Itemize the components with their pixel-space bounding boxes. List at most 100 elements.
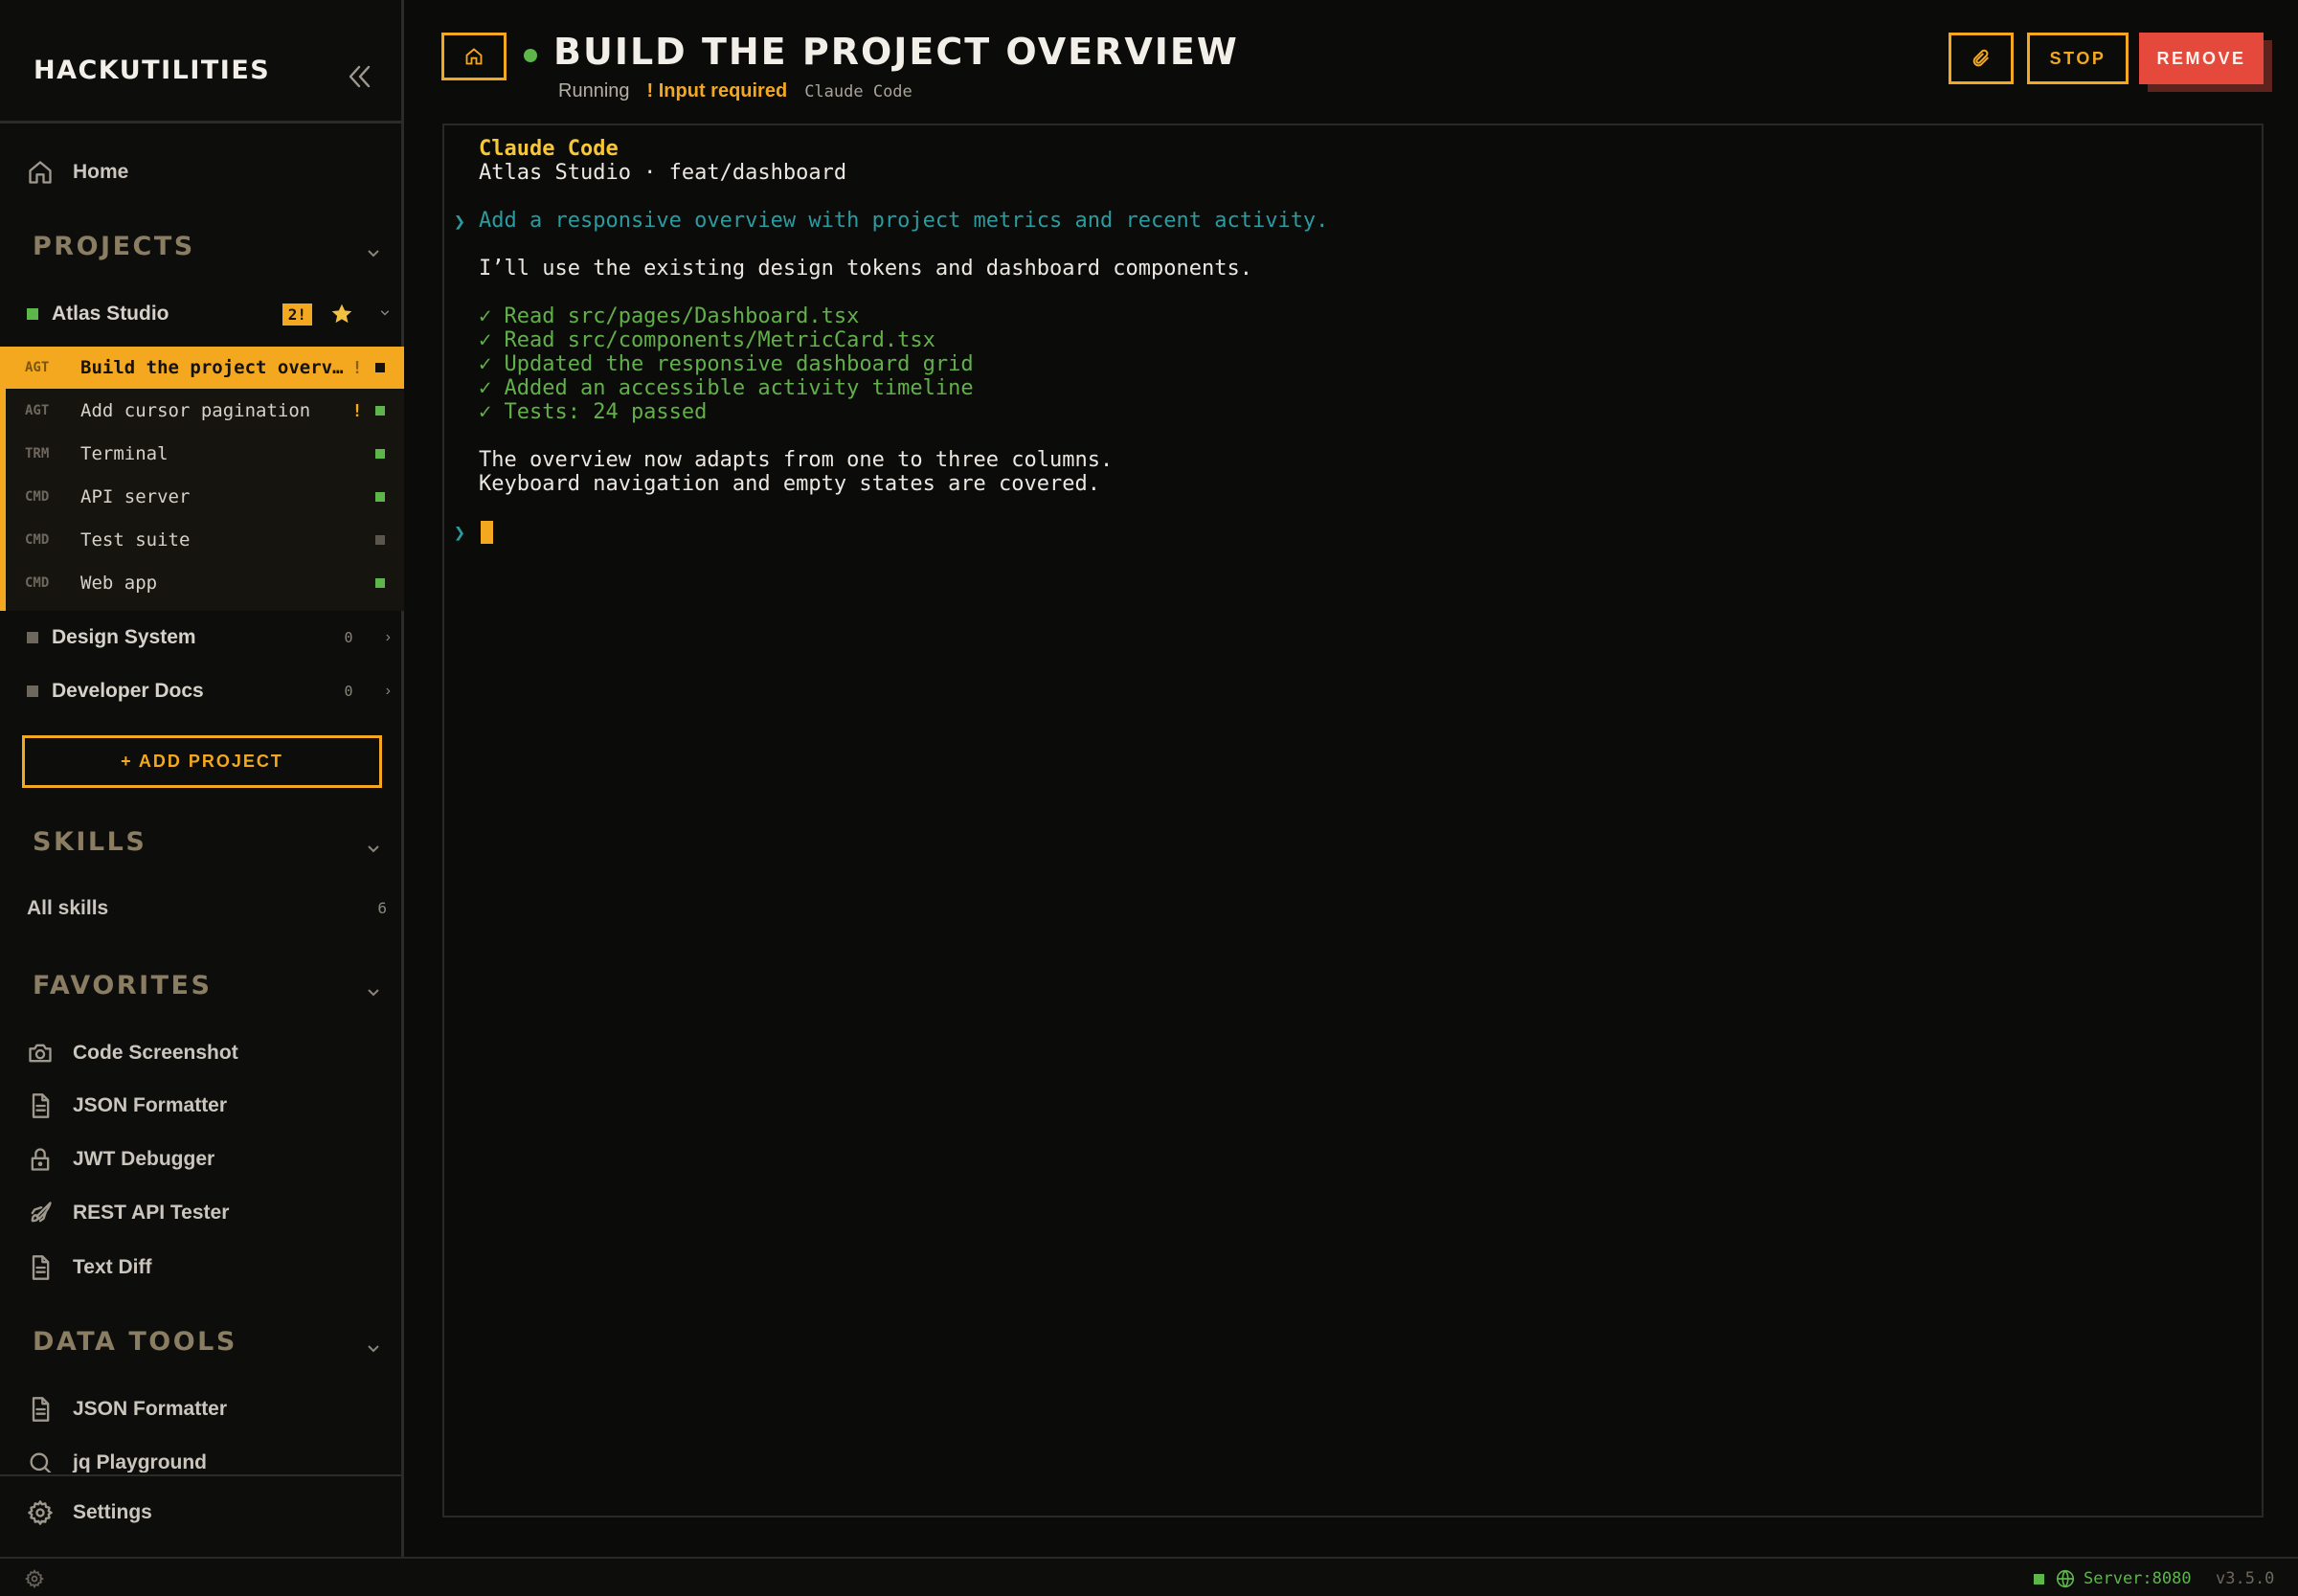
data-tool-label: JSON Formatter xyxy=(73,1398,228,1420)
project-session-count: 0 xyxy=(344,629,353,646)
skills-section-title[interactable]: SKILLS xyxy=(33,827,146,857)
gear-icon xyxy=(25,1497,56,1528)
session-name: Build the project overview xyxy=(80,357,347,378)
globe-icon xyxy=(2055,1568,2076,1589)
session-item-test-suite[interactable]: CMD Test suite xyxy=(6,519,404,561)
server-port-link[interactable]: Server:8080 xyxy=(2084,1569,2192,1588)
favorites-section-title[interactable]: FAVORITES xyxy=(33,971,212,1000)
session-status-dot xyxy=(375,535,385,545)
session-item-web-app[interactable]: CMD Web app xyxy=(6,562,404,604)
session-name: Web app xyxy=(80,573,158,594)
project-session-count: 0 xyxy=(344,683,353,700)
sidebar-scroll-area[interactable]: Home PROJECTS Atlas Studio 2! AGT Build … xyxy=(0,124,404,1472)
chevron-down-icon[interactable] xyxy=(366,1342,381,1354)
attach-button[interactable] xyxy=(1949,33,2014,84)
star-icon[interactable] xyxy=(329,302,354,326)
check-line: ✓ Read src/pages/Dashboard.tsx xyxy=(479,304,860,328)
app-window: HACKUTILITIES Home PROJECTS Atlas Studio… xyxy=(0,0,2298,1596)
favorite-jwt-debugger[interactable]: JWT Debugger xyxy=(25,1140,214,1179)
status-input-required: ! Input required xyxy=(646,80,788,101)
home-button[interactable] xyxy=(441,33,507,80)
nav-home-label: Home xyxy=(73,161,129,183)
page-title: BUILD THE PROJECT OVERVIEW xyxy=(553,31,1239,73)
project-design-system[interactable]: Design System 0 › xyxy=(27,618,391,657)
session-item-api-server[interactable]: CMD API server xyxy=(6,476,404,518)
favorite-label: Code Screenshot xyxy=(73,1042,238,1064)
status-running: Running xyxy=(558,80,630,101)
chevron-down-icon[interactable] xyxy=(368,305,391,323)
session-name: Test suite xyxy=(80,529,191,551)
lock-icon xyxy=(25,1144,56,1175)
running-status-dot xyxy=(524,49,537,62)
projects-section-title[interactable]: PROJECTS xyxy=(33,232,195,261)
stop-button[interactable]: STOP xyxy=(2027,33,2129,84)
session-kind: CMD xyxy=(25,575,50,591)
collapse-sidebar-icon[interactable] xyxy=(341,59,375,94)
home-icon xyxy=(25,157,56,188)
favorite-text-diff[interactable]: Text Diff xyxy=(25,1248,151,1287)
session-alert: ! xyxy=(351,400,363,421)
data-tools-section-title[interactable]: DATA TOOLS xyxy=(33,1327,237,1357)
favorite-label: JSON Formatter xyxy=(73,1094,228,1116)
camera-icon xyxy=(25,1038,56,1068)
nav-settings[interactable]: Settings xyxy=(25,1494,152,1532)
check-line: ✓ Added an accessible activity timeline xyxy=(479,376,974,400)
chevron-right-icon[interactable]: › xyxy=(368,629,391,646)
session-status-dot xyxy=(375,578,385,588)
paperclip-icon xyxy=(1972,49,1990,67)
project-name: Atlas Studio xyxy=(52,303,169,325)
project-developer-docs[interactable]: Developer Docs 0 › xyxy=(27,672,391,710)
remove-button[interactable]: REMOVE xyxy=(2139,33,2264,84)
favorite-json-formatter[interactable]: JSON Formatter xyxy=(25,1087,227,1125)
nav-settings-label: Settings xyxy=(73,1501,152,1523)
project-atlas-studio[interactable]: Atlas Studio 2! xyxy=(27,295,391,333)
session-item-build-overview[interactable]: AGT Build the project overview ! xyxy=(6,347,404,389)
project-name: Developer Docs xyxy=(52,680,204,702)
project-status-square xyxy=(27,686,38,697)
session-alert: ! xyxy=(351,357,363,378)
data-tool-jq-playground[interactable]: jq Playground xyxy=(25,1444,207,1472)
data-tool-label: jq Playground xyxy=(73,1451,208,1472)
chevron-down-icon[interactable] xyxy=(366,247,381,259)
nav-home[interactable]: Home xyxy=(25,153,128,191)
divider xyxy=(0,121,404,124)
session-item-cursor-pagination[interactable]: AGT Add cursor pagination ! xyxy=(6,390,404,432)
summary-line: The overview now adapts from one to thre… xyxy=(479,448,1114,472)
file-icon xyxy=(25,1394,56,1425)
file-icon xyxy=(25,1090,56,1121)
prompt-chevron-icon: ❯ xyxy=(454,210,466,233)
session-kind: CMD xyxy=(25,489,50,505)
favorite-label: REST API Tester xyxy=(73,1202,230,1224)
chevron-down-icon[interactable] xyxy=(366,843,381,854)
project-name: Design System xyxy=(52,626,196,648)
data-tool-json-formatter[interactable]: JSON Formatter xyxy=(25,1390,227,1428)
user-prompt: Add a responsive overview with project m… xyxy=(479,209,1329,233)
gear-icon[interactable] xyxy=(25,1569,44,1588)
favorite-code-screenshot[interactable]: Code Screenshot xyxy=(25,1034,238,1072)
session-name: Add cursor pagination xyxy=(80,400,311,421)
divider xyxy=(0,1474,404,1476)
session-item-terminal[interactable]: TRM Terminal xyxy=(6,433,404,475)
input-required-badge: 2! xyxy=(282,303,312,326)
chevron-down-icon[interactable] xyxy=(366,986,381,998)
session-list: AGT Build the project overview ! AGT Add… xyxy=(0,347,404,611)
skills-count: 6 xyxy=(377,899,387,917)
chevron-right-icon[interactable]: › xyxy=(368,683,391,700)
session-status-dot xyxy=(375,492,385,502)
nav-all-skills[interactable]: All skills xyxy=(27,889,108,928)
favorite-label: Text Diff xyxy=(73,1256,152,1278)
session-status-dot xyxy=(375,449,385,459)
terminal-cursor[interactable] xyxy=(481,521,493,544)
prompt-chevron-icon: ❯ xyxy=(454,521,466,544)
file-icon xyxy=(25,1252,56,1283)
add-project-button[interactable]: + ADD PROJECT xyxy=(22,735,382,788)
terminal-output[interactable]: Claude Code Atlas Studio · feat/dashboar… xyxy=(442,124,2264,1517)
session-kind: AGT xyxy=(25,403,50,418)
agent-name: Claude Code xyxy=(804,82,912,101)
project-status-square xyxy=(27,632,38,643)
favorite-rest-api-tester[interactable]: REST API Tester xyxy=(25,1194,229,1232)
summary-line: Keyboard navigation and empty states are… xyxy=(479,472,1101,496)
session-kind: TRM xyxy=(25,446,50,461)
rocket-icon xyxy=(25,1198,56,1228)
app-version: v3.5.0 xyxy=(2216,1569,2275,1588)
